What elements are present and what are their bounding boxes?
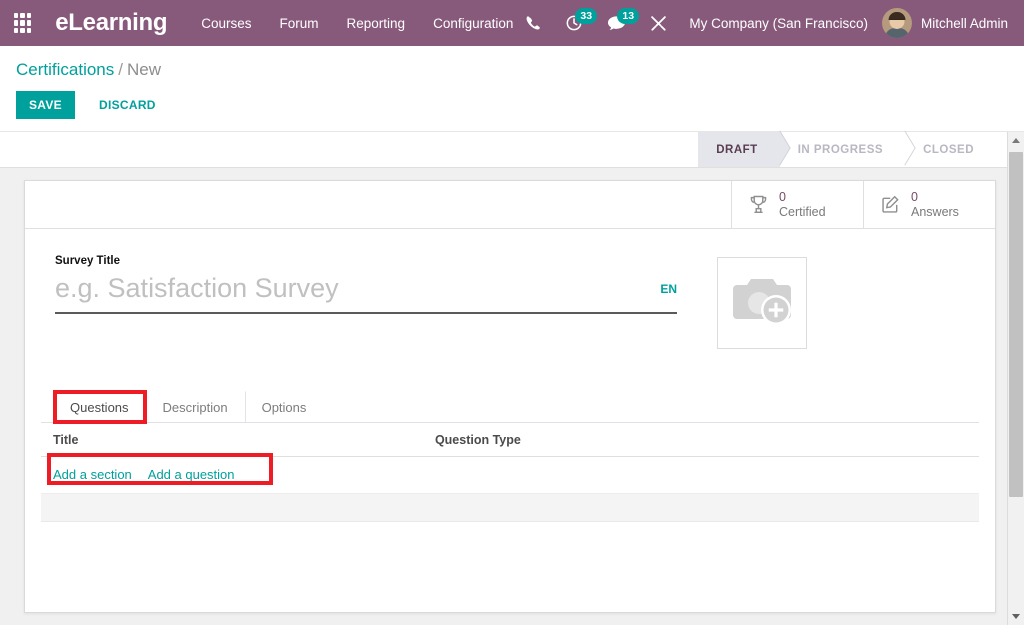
messages-count-badge: 13 (617, 8, 640, 24)
apps-grid-cell (20, 13, 25, 19)
add-row-cell: Add a section Add a question (41, 456, 979, 494)
statusbar-band: DRAFT IN PROGRESS CLOSED (0, 132, 1024, 168)
apps-grid-cell (20, 27, 25, 33)
tab-options[interactable]: Options (244, 391, 324, 423)
company-selector[interactable]: My Company (San Francisco) (679, 16, 882, 31)
add-row: Add a section Add a question (41, 456, 979, 494)
discard-button[interactable]: DISCARD (85, 91, 170, 119)
table-header-row: Title Question Type (41, 423, 979, 457)
menu-item-reporting[interactable]: Reporting (347, 16, 406, 31)
apps-grid-cell (20, 20, 25, 26)
stat-button-box: 0 Certified 0 Answers (25, 181, 995, 229)
pencil-square-icon (880, 194, 901, 215)
status-step-closed[interactable]: CLOSED (905, 132, 996, 167)
table-filler-row (41, 493, 979, 522)
filler-cell (434, 493, 979, 522)
status-step-in-progress[interactable]: IN PROGRESS (779, 132, 906, 167)
certified-label: Certified (779, 204, 826, 219)
form-view-body: 0 Certified 0 Answers Survey Title e.g. … (0, 168, 1024, 625)
main-menu: Courses Forum Reporting Configuration (201, 16, 513, 31)
status-step-draft[interactable]: DRAFT (698, 132, 780, 167)
stat-text-certified: 0 Certified (779, 190, 826, 219)
stat-button-answers[interactable]: 0 Answers (863, 181, 995, 228)
survey-image-upload[interactable] (717, 257, 807, 349)
camera-add-icon (731, 275, 793, 332)
apps-grid-cell (14, 13, 19, 19)
apps-grid-cell (26, 20, 32, 26)
survey-title-label: Survey Title (55, 255, 120, 267)
language-badge[interactable]: EN (652, 282, 677, 296)
statusbar: DRAFT IN PROGRESS CLOSED (698, 132, 996, 167)
user-name-label: Mitchell Admin (920, 15, 1008, 31)
apps-grid-icon[interactable] (10, 9, 35, 37)
apps-grid-cell (14, 27, 19, 33)
menu-item-forum[interactable]: Forum (280, 16, 319, 31)
title-row: Survey Title EN (25, 229, 995, 349)
breadcrumb-separator: / (118, 60, 123, 79)
save-button[interactable]: SAVE (16, 91, 75, 119)
vertical-scrollbar[interactable] (1007, 132, 1024, 625)
questions-table-body: Add a section Add a question (41, 456, 979, 522)
add-a-section-link[interactable]: Add a section (53, 467, 132, 482)
control-panel: Certifications / New SAVE DISCARD (0, 46, 1024, 132)
certified-count: 0 (779, 190, 786, 205)
tab-description[interactable]: Description (145, 391, 245, 423)
wrench-screwdriver-icon[interactable] (638, 0, 679, 46)
navbar-right-group: 33 13 My Company (San Francisco) Mitchel… (513, 0, 1012, 46)
menu-item-courses[interactable]: Courses (201, 16, 251, 31)
app-brand-title[interactable]: eLearning (55, 9, 167, 37)
apps-grid-cell (26, 13, 32, 19)
top-navbar: eLearning Courses Forum Reporting Config… (0, 0, 1024, 46)
scroll-down-arrow[interactable] (1008, 608, 1024, 625)
apps-grid-cell (26, 27, 32, 33)
questions-table-head: Title Question Type (41, 423, 979, 457)
user-menu[interactable]: Mitchell Admin (881, 8, 1012, 38)
questions-table: Title Question Type Add a section Add a q… (41, 423, 979, 522)
column-header-title: Title (41, 423, 435, 457)
activities-clock-icon[interactable]: 33 (553, 0, 598, 46)
notebook-tabs: Questions Description Options (41, 391, 979, 423)
form-sheet: 0 Certified 0 Answers Survey Title e.g. … (24, 180, 996, 613)
column-header-question-type: Question Type (434, 423, 979, 457)
apps-grid-cell (14, 20, 19, 26)
scrollbar-thumb[interactable] (1009, 152, 1023, 497)
tab-questions[interactable]: Questions (53, 391, 146, 423)
breadcrumb-current: New (127, 60, 162, 79)
activities-count-badge: 33 (575, 8, 598, 24)
notebook: Questions Description Options Title Ques… (25, 391, 995, 522)
phone-icon[interactable] (513, 0, 553, 46)
survey-title-input-wrap: EN (55, 273, 677, 314)
trophy-icon (748, 194, 769, 215)
title-field-group: Survey Title EN (55, 255, 677, 349)
menu-item-configuration[interactable]: Configuration (433, 16, 513, 31)
answers-label: Answers (911, 204, 959, 219)
breadcrumb: Certifications / New (16, 56, 1008, 82)
record-actions: SAVE DISCARD (16, 82, 1008, 131)
messages-chat-icon[interactable]: 13 (595, 0, 640, 46)
answers-count: 0 (911, 190, 918, 205)
stat-text-answers: 0 Answers (911, 190, 959, 219)
user-avatar (881, 8, 912, 38)
survey-title-input[interactable] (55, 273, 653, 310)
stat-button-certified[interactable]: 0 Certified (731, 181, 863, 228)
filler-cell (41, 493, 435, 522)
add-a-question-link[interactable]: Add a question (148, 467, 235, 482)
scroll-up-arrow[interactable] (1008, 132, 1024, 149)
breadcrumb-certifications[interactable]: Certifications (16, 60, 114, 79)
